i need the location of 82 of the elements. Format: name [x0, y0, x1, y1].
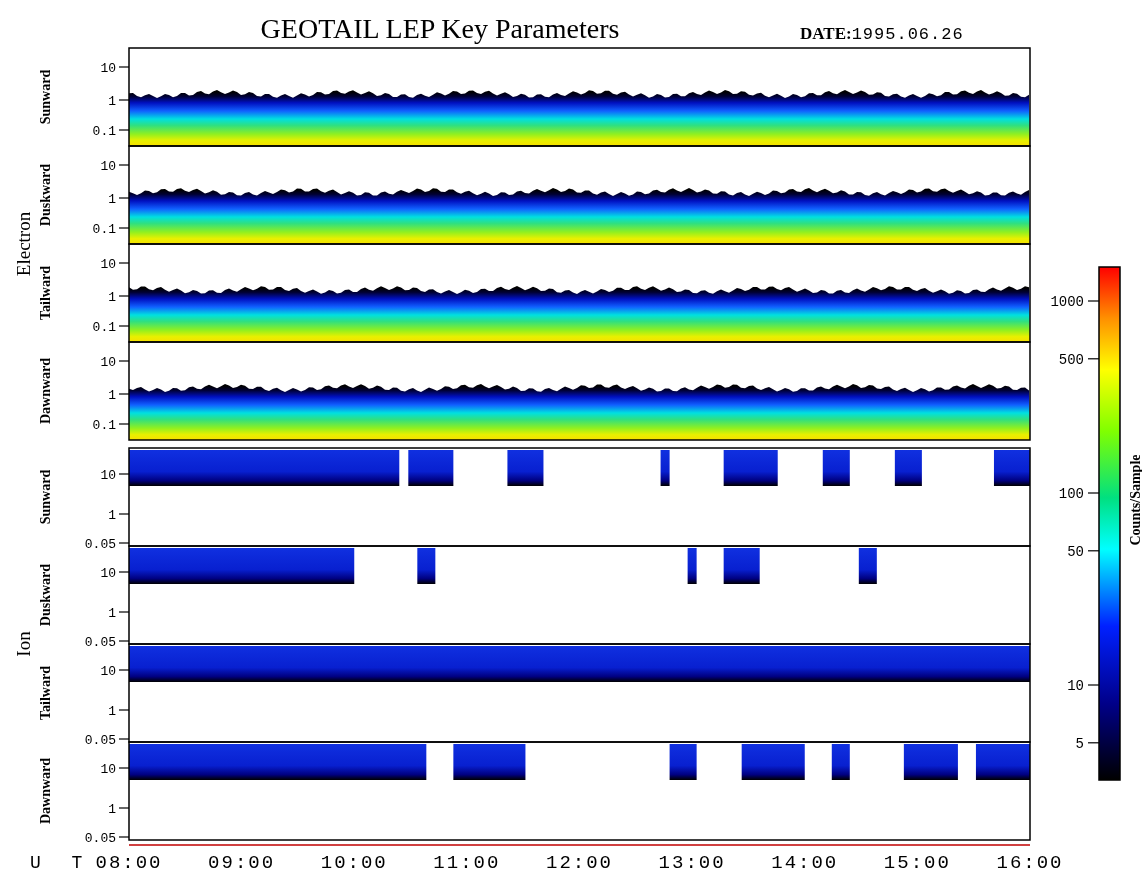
panel-label: Duskward	[38, 163, 53, 227]
panel-label: Sunward	[38, 69, 53, 125]
color-tick-label: 50	[1067, 543, 1084, 560]
y-tick-label: 1	[108, 802, 116, 817]
x-tick-label: 10:00	[320, 852, 388, 874]
y-tick-label: 10	[100, 762, 116, 777]
tick-mark	[118, 295, 130, 297]
tick-mark	[118, 738, 130, 740]
y-tick-label: 0.1	[92, 124, 116, 139]
panel-label: Sunward	[38, 469, 53, 525]
y-tick-label: 10	[100, 664, 116, 679]
panel-label: Duskward	[38, 563, 53, 627]
tick-mark	[118, 542, 130, 544]
y-tick-label: 0.1	[92, 222, 116, 237]
tick-mark	[118, 767, 130, 769]
group-label: Ion	[13, 631, 34, 657]
tick-mark	[118, 360, 130, 362]
date-label: DATE:1995.06.26	[800, 24, 964, 44]
color-tick-label: 500	[1058, 351, 1084, 368]
tick-mark	[118, 99, 130, 101]
tick-mark	[118, 66, 130, 68]
x-tick-label: 09:00	[208, 852, 276, 874]
y-tick-label: 1	[108, 388, 116, 403]
tick-mark	[118, 325, 130, 327]
color-tick-label: 10	[1067, 678, 1084, 694]
y-tick-label: 0.1	[92, 418, 116, 433]
tick-mark	[118, 423, 130, 425]
tick-mark	[1087, 684, 1100, 686]
tick-mark	[118, 164, 130, 166]
panel-label: Tailward	[38, 666, 53, 720]
x-tick-label: 16:00	[996, 852, 1064, 874]
color-tick-label: 100	[1058, 486, 1084, 502]
x-tick-label: 13:00	[658, 852, 726, 874]
y-tick-label: 10	[100, 257, 116, 272]
y-tick-label: 1	[108, 704, 116, 719]
tick-mark	[118, 197, 130, 199]
tick-mark	[1087, 492, 1100, 494]
plot-title: GEOTAIL LEP Key Parameters	[260, 13, 620, 44]
color-tick-label: 5	[1075, 735, 1084, 752]
tick-mark	[118, 836, 130, 838]
panel-label: Dawnward	[38, 757, 53, 825]
color-tick-label: 1000	[1050, 294, 1084, 310]
y-tick-label: 1	[108, 94, 116, 109]
tick-mark	[1087, 742, 1100, 744]
axis-label: U T	[30, 853, 93, 873]
x-tick-label: 11:00	[433, 852, 501, 874]
tick-mark	[118, 393, 130, 395]
y-tick-label: 10	[100, 468, 116, 483]
y-tick-label: 1	[108, 508, 116, 523]
tick-mark	[1087, 550, 1100, 552]
y-tick-label: 1	[108, 606, 116, 621]
y-tick-label: 10	[100, 159, 116, 174]
tick-mark	[118, 227, 130, 229]
y-tick-label: 1	[108, 290, 116, 305]
panel-label: Tailward	[38, 266, 53, 320]
y-tick-label: 0.05	[84, 831, 116, 846]
tick-mark	[118, 571, 130, 573]
tick-mark	[118, 473, 130, 475]
y-tick-label: 0.1	[92, 320, 116, 335]
y-tick-label: 1	[108, 192, 116, 207]
panel-label: Dawnward	[38, 357, 53, 425]
x-tick-label: 12:00	[546, 852, 613, 874]
y-tick-label: 10	[100, 566, 116, 581]
y-tick-label: 0.05	[84, 537, 116, 552]
tick-mark	[118, 513, 130, 515]
tick-mark	[118, 611, 130, 613]
y-tick-label: 0.05	[84, 733, 116, 748]
x-tick-label: 15:00	[883, 852, 951, 874]
tick-mark	[118, 262, 130, 264]
tick-mark	[118, 129, 130, 131]
y-tick-label: 10	[100, 355, 116, 370]
y-tick-label: 0.05	[84, 635, 116, 650]
tick-mark	[118, 709, 130, 711]
x-tick-label: 14:00	[771, 852, 839, 874]
group-label: Electron	[13, 211, 34, 277]
y-tick-label: 10	[100, 61, 116, 76]
tick-mark	[118, 640, 130, 642]
tick-mark	[118, 807, 130, 809]
tick-mark	[118, 669, 130, 671]
tick-mark	[1087, 300, 1100, 302]
x-tick-label: 08:00	[95, 852, 163, 874]
tick-mark	[1087, 358, 1100, 360]
